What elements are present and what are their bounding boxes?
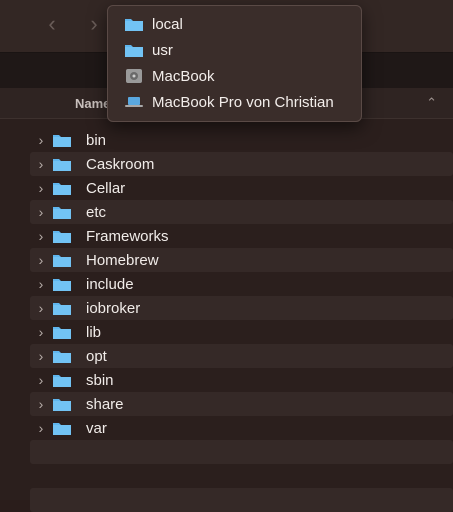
path-popup-menu: local usr MacBook MacBook Pro von Christ… [107, 5, 362, 122]
disclosure-chevron-icon[interactable]: › [34, 420, 48, 436]
popup-item-local[interactable]: local [108, 11, 361, 37]
list-item-label: etc [86, 203, 107, 221]
popup-item-usr[interactable]: usr [108, 37, 361, 63]
list-item[interactable]: › Cellar [30, 176, 453, 200]
list-item-label: share [86, 395, 124, 413]
folder-icon [52, 420, 72, 436]
list-item[interactable]: › iobroker [30, 296, 453, 320]
popup-item-macbook-pro[interactable]: MacBook Pro von Christian [108, 89, 361, 115]
list-item-label: include [86, 275, 134, 293]
disclosure-chevron-icon[interactable]: › [34, 348, 48, 364]
back-chevron-icon[interactable]: ‹ [42, 13, 62, 35]
folder-icon [52, 132, 72, 148]
popup-item-label: MacBook Pro von Christian [152, 93, 334, 111]
folder-icon [124, 16, 144, 32]
disclosure-chevron-icon[interactable]: › [34, 156, 48, 172]
folder-icon [52, 252, 72, 268]
folder-icon [52, 204, 72, 220]
empty-row [30, 488, 453, 512]
empty-row [30, 464, 453, 488]
folder-icon [52, 156, 72, 172]
folder-icon [52, 372, 72, 388]
folder-icon [52, 180, 72, 196]
popup-item-macbook[interactable]: MacBook [108, 63, 361, 89]
folder-icon [52, 324, 72, 340]
disclosure-chevron-icon[interactable]: › [34, 276, 48, 292]
list-item-label: Cellar [86, 179, 126, 197]
list-item-label: iobroker [86, 299, 141, 317]
list-item-label: Frameworks [86, 227, 169, 245]
empty-row [30, 440, 453, 464]
list-item-label: Homebrew [86, 251, 159, 269]
folder-icon [52, 276, 72, 292]
list-item-label: opt [86, 347, 107, 365]
disclosure-chevron-icon[interactable]: › [34, 252, 48, 268]
disclosure-chevron-icon[interactable]: › [34, 324, 48, 340]
popup-item-label: MacBook [152, 67, 215, 85]
disclosure-chevron-icon[interactable]: › [34, 228, 48, 244]
list-item[interactable]: › include [30, 272, 453, 296]
popup-item-label: usr [152, 41, 173, 59]
hard-drive-icon [124, 68, 144, 84]
list-item-label: var [86, 419, 107, 437]
disclosure-chevron-icon[interactable]: › [34, 180, 48, 196]
file-list: › bin › Caskroom › Cellar › etc › Framew… [30, 128, 453, 512]
list-item-label: lib [86, 323, 102, 341]
popup-item-label: local [152, 15, 183, 33]
disclosure-chevron-icon[interactable]: › [34, 132, 48, 148]
folder-icon [124, 42, 144, 58]
list-item[interactable]: › var [30, 416, 453, 440]
disclosure-chevron-icon[interactable]: › [34, 204, 48, 220]
list-item[interactable]: › Frameworks [30, 224, 453, 248]
list-item[interactable]: › etc [30, 200, 453, 224]
folder-icon [52, 228, 72, 244]
list-item-label: bin [86, 131, 107, 149]
folder-icon [52, 348, 72, 364]
name-column-header[interactable]: Name [75, 96, 110, 111]
list-item-label: Caskroom [86, 155, 155, 173]
forward-chevron-icon[interactable]: › [84, 13, 104, 35]
sort-ascending-icon[interactable]: ⌃ [426, 95, 437, 111]
list-item-label: sbin [86, 371, 114, 389]
list-item[interactable]: › lib [30, 320, 453, 344]
folder-icon [52, 300, 72, 316]
list-item[interactable]: › Homebrew [30, 248, 453, 272]
list-item[interactable]: › opt [30, 344, 453, 368]
folder-icon [52, 396, 72, 412]
list-item[interactable]: › bin [30, 128, 453, 152]
disclosure-chevron-icon[interactable]: › [34, 300, 48, 316]
list-item[interactable]: › share [30, 392, 453, 416]
list-item[interactable]: › sbin [30, 368, 453, 392]
disclosure-chevron-icon[interactable]: › [34, 372, 48, 388]
laptop-icon [124, 94, 144, 110]
list-item[interactable]: › Caskroom [30, 152, 453, 176]
disclosure-chevron-icon[interactable]: › [34, 396, 48, 412]
